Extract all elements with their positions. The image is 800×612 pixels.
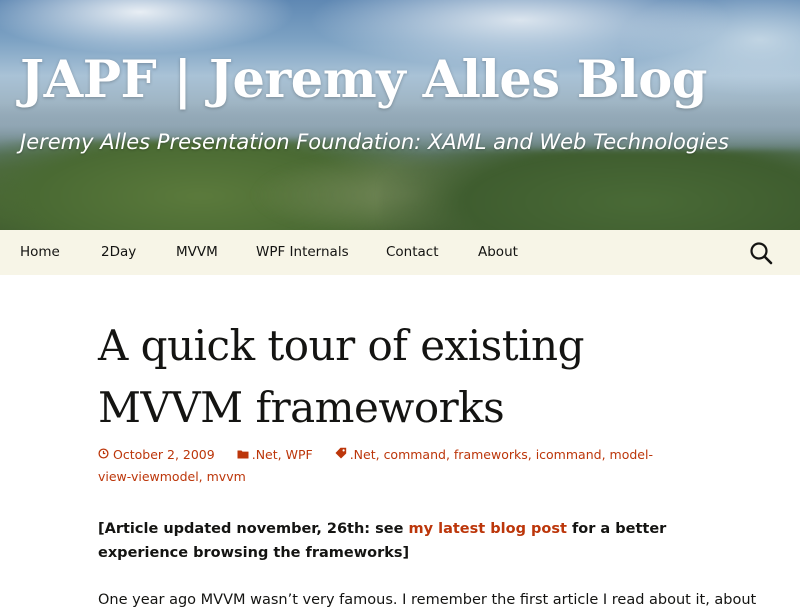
site-header: JAPF | Jeremy Alles Blog Jeremy Alles Pr…: [0, 0, 800, 230]
main-navigation: Home 2Day MVVM WPF Internals Contact Abo…: [0, 230, 800, 275]
header-hill-right: [380, 150, 800, 230]
post-title[interactable]: A quick tour of existing MVVM frameworks: [98, 315, 718, 439]
nav-item-about[interactable]: About: [478, 230, 518, 275]
note-text-before: [Article updated november, 26th: see: [98, 521, 409, 537]
nav-item-home[interactable]: Home: [20, 230, 60, 275]
folder-icon: [237, 444, 249, 466]
nav-item-contact[interactable]: Contact: [386, 230, 439, 275]
tag-icon: [335, 444, 347, 466]
tag-link[interactable]: frameworks: [454, 447, 528, 462]
search-button[interactable]: [748, 240, 774, 266]
tag-link[interactable]: command: [384, 447, 446, 462]
search-icon: [750, 242, 773, 265]
tag-link[interactable]: mvvm: [207, 469, 246, 484]
nav-item-mvvm[interactable]: MVVM: [176, 230, 218, 275]
category-link[interactable]: WPF: [286, 447, 313, 462]
post-date-link[interactable]: October 2, 2009: [113, 447, 215, 462]
site-description: Jeremy Alles Presentation Foundation: XA…: [20, 130, 729, 154]
nav-item-2day[interactable]: 2Day: [101, 230, 136, 275]
category-link[interactable]: .Net: [252, 447, 278, 462]
post-intro-text: One year ago MVVM wasn’t very famous. I …: [98, 592, 757, 608]
tag-link[interactable]: icommand: [536, 447, 602, 462]
post-meta: October 2, 2009 .Net, WPF .Net, command,…: [98, 444, 678, 488]
clock-icon: [98, 444, 110, 466]
tag-link[interactable]: .Net: [350, 447, 376, 462]
site-title[interactable]: JAPF | Jeremy Alles Blog: [20, 52, 707, 108]
latest-blog-post-link[interactable]: my latest blog post: [409, 521, 567, 537]
nav-item-wpf-internals[interactable]: WPF Internals: [256, 230, 349, 275]
update-note: [Article updated november, 26th: see my …: [98, 517, 688, 565]
